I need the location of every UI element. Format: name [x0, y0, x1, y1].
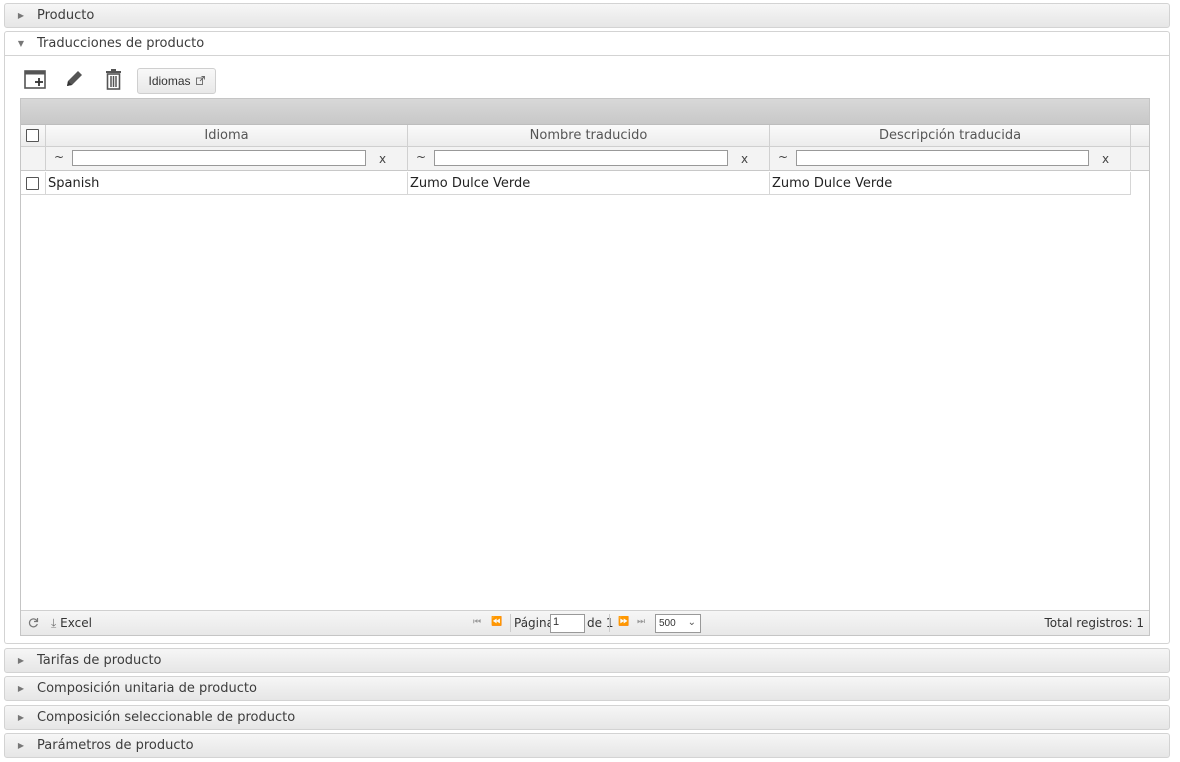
- pager-divider: [510, 614, 511, 632]
- refresh-icon[interactable]: [28, 617, 39, 631]
- filter-input-nombre[interactable]: [434, 150, 728, 166]
- filter-clear-descripcion[interactable]: x: [1102, 152, 1109, 166]
- section-label: Producto: [37, 8, 95, 23]
- translations-grid: Idioma Nombre traducido Descripción trad…: [20, 98, 1150, 636]
- section-label: Tarifas de producto: [37, 653, 162, 668]
- section-traducciones-content: Idiomas Idioma Nombre traducido Descripc…: [4, 56, 1170, 644]
- filter-clear-nombre[interactable]: x: [741, 152, 748, 166]
- section-producto-header[interactable]: ▶ Producto: [4, 3, 1170, 28]
- excel-label: Excel: [60, 616, 92, 630]
- chevron-down-icon: ⌄: [687, 617, 696, 628]
- section-tarifas-header[interactable]: ▶ Tarifas de producto: [4, 648, 1170, 673]
- pencil-icon[interactable]: [63, 68, 85, 90]
- filter-input-descripcion[interactable]: [796, 150, 1089, 166]
- filter-input-idioma[interactable]: [72, 150, 366, 166]
- select-all-checkbox[interactable]: [26, 129, 39, 142]
- last-page-icon[interactable]: ⏭: [637, 617, 645, 627]
- row-checkbox[interactable]: [26, 177, 39, 190]
- grid-caption-bar: [21, 99, 1149, 125]
- filter-operator[interactable]: ~: [416, 150, 426, 164]
- cell-descripcion: Zumo Dulce Verde: [770, 172, 1131, 195]
- column-header-descripcion[interactable]: Descripción traducida: [770, 125, 1131, 147]
- external-link-icon: [195, 74, 205, 88]
- row-select-cell: [21, 172, 46, 195]
- section-label: Traducciones de producto: [37, 36, 205, 51]
- table-row[interactable]: Spanish Zumo Dulce Verde Zumo Dulce Verd…: [21, 172, 1131, 195]
- column-header-idioma[interactable]: Idioma: [46, 125, 408, 147]
- idiomas-button[interactable]: Idiomas: [137, 68, 216, 94]
- section-label: Composición unitaria de producto: [37, 681, 257, 696]
- grid-pager: ⤓ Excel ⏮ ⏪ Página 1 de 1 ⏩ ⏭ 500 ⌄ Tota…: [21, 610, 1149, 635]
- download-icon: ⤓: [51, 616, 57, 630]
- filter-operator[interactable]: ~: [54, 150, 64, 164]
- chevron-right-icon: ▶: [17, 684, 25, 693]
- add-window-icon[interactable]: [23, 68, 47, 90]
- page-label: Página: [514, 616, 554, 630]
- filter-clear-idioma[interactable]: x: [379, 152, 386, 166]
- section-traducciones-header[interactable]: ▼ Traducciones de producto: [4, 31, 1170, 56]
- excel-export-button[interactable]: ⤓ Excel: [51, 616, 92, 631]
- page-number-input[interactable]: 1: [550, 614, 585, 633]
- chevron-down-icon: ▼: [17, 39, 25, 48]
- section-composicion-unitaria-header[interactable]: ▶ Composición unitaria de producto: [4, 676, 1170, 701]
- filter-operator[interactable]: ~: [778, 150, 788, 164]
- first-page-icon[interactable]: ⏮: [473, 617, 481, 627]
- pager-divider: [609, 614, 610, 632]
- chevron-right-icon: ▶: [17, 656, 25, 665]
- filter-cell-nombre: ~ x: [408, 147, 770, 171]
- section-label: Composición seleccionable de producto: [37, 710, 296, 725]
- cell-nombre: Zumo Dulce Verde: [408, 172, 770, 195]
- grid-header-row: Idioma Nombre traducido Descripción trad…: [21, 125, 1149, 147]
- section-label: Parámetros de producto: [37, 738, 194, 753]
- section-parametros-header[interactable]: ▶ Parámetros de producto: [4, 733, 1170, 758]
- cell-idioma: Spanish: [46, 172, 408, 195]
- select-all-cell: [21, 125, 46, 147]
- total-records-label: Total registros: 1: [1044, 616, 1144, 630]
- page-size-value: 500: [659, 618, 676, 629]
- next-page-icon[interactable]: ⏩: [618, 617, 629, 627]
- trash-icon[interactable]: [103, 68, 123, 90]
- filter-cell-idioma: ~ x: [46, 147, 408, 171]
- chevron-right-icon: ▶: [17, 713, 25, 722]
- page-size-select[interactable]: 500 ⌄: [655, 614, 701, 633]
- column-header-nombre[interactable]: Nombre traducido: [408, 125, 770, 147]
- chevron-right-icon: ▶: [17, 741, 25, 750]
- chevron-right-icon: ▶: [17, 11, 25, 20]
- idiomas-label: Idiomas: [148, 74, 191, 88]
- prev-page-icon[interactable]: ⏪: [491, 617, 502, 627]
- filter-spacer: [21, 147, 46, 171]
- grid-filter-row: ~ x ~ x ~ x: [21, 147, 1149, 171]
- section-composicion-seleccionable-header[interactable]: ▶ Composición seleccionable de producto: [4, 705, 1170, 730]
- filter-cell-descripcion: ~ x: [770, 147, 1131, 171]
